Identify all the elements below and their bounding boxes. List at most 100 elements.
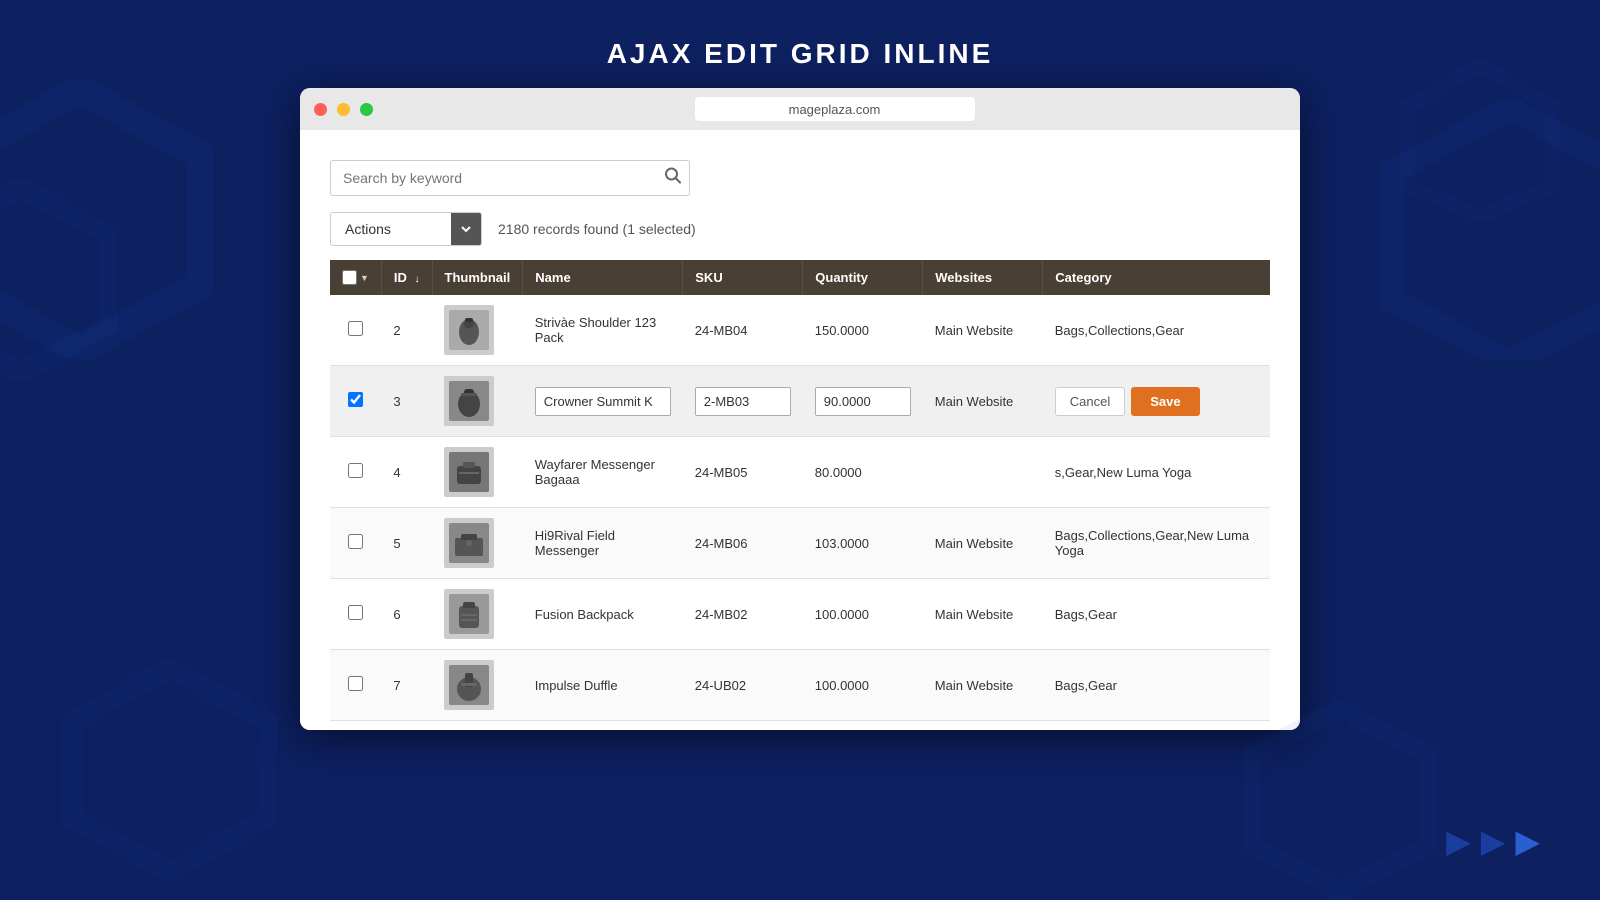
browser-bar: mageplaza.com [300,88,1300,130]
url-bar: mageplaza.com [695,97,975,121]
product-thumbnail-4 [444,447,494,497]
td-category-5: Bags,Collections,Gear,New Luma Yoga [1043,508,1270,579]
page-title: AJAX EDIT GRID INLINE [0,0,1600,88]
actions-arrow[interactable] [451,213,481,245]
td-category-3: Cancel Save [1043,366,1270,437]
td-sku-6: 24-MB02 [683,579,803,650]
row-checkbox-4[interactable] [348,463,363,478]
td-qty-6: 100.0000 [803,579,923,650]
qty-edit-input[interactable] [815,387,911,416]
search-icon [664,167,682,185]
save-cancel-actions: Cancel Save [1055,387,1258,416]
td-qty-7: 100.0000 [803,650,923,721]
table-header-row: ▼ ID ↓ Thumbnail Name SKU Quantity Websi… [330,260,1270,295]
td-sku-7: 24-UB02 [683,650,803,721]
inline-actions: Main Website [935,394,1031,409]
td-thumbnail-3 [432,366,523,437]
th-id: ID ↓ [381,260,432,295]
actions-label: Actions [331,213,451,245]
td-thumbnail-6 [432,579,523,650]
row-checkbox-3[interactable] [348,392,363,407]
td-websites-4 [923,437,1043,508]
deco-arrow-2: ▶ [1481,822,1506,860]
td-name-5: Hi9Rival Field Messenger [523,508,683,579]
td-qty-5: 103.0000 [803,508,923,579]
td-checkbox-6 [330,579,381,650]
row-checkbox-5[interactable] [348,534,363,549]
th-category: Category [1043,260,1270,295]
product-thumbnail-2 [444,305,494,355]
table-row: 4 Wayfarer Messenger Bagaaa 24-MB0 [330,437,1270,508]
td-sku-4: 24-MB05 [683,437,803,508]
product-thumbnail-3 [444,376,494,426]
product-thumbnail-6 [444,589,494,639]
deco-arrow-3: ▶ [1515,822,1540,860]
td-sku-2: 24-MB04 [683,295,803,366]
th-sku: SKU [683,260,803,295]
td-websites-5: Main Website [923,508,1043,579]
product-thumbnail-7 [444,660,494,710]
td-name-3-edit[interactable] [523,366,683,437]
th-name: Name [523,260,683,295]
td-id-4: 4 [381,437,432,508]
th-checkbox: ▼ [330,260,381,295]
grid-table: ▼ ID ↓ Thumbnail Name SKU Quantity Websi… [330,260,1270,721]
td-websites-6: Main Website [923,579,1043,650]
td-id-3: 3 [381,366,432,437]
td-sku-3-edit[interactable] [683,366,803,437]
save-button[interactable]: Save [1131,387,1199,416]
browser-window: mageplaza.com Actions [300,88,1300,730]
search-row [330,160,1270,196]
header-checkbox-wrap: ▼ [342,270,369,285]
td-thumbnail-4 [432,437,523,508]
td-checkbox-2 [330,295,381,366]
td-name-7: Impulse Duffle [523,650,683,721]
minimize-button[interactable] [337,103,350,116]
td-sku-5: 24-MB06 [683,508,803,579]
td-checkbox-5 [330,508,381,579]
td-websites-3: Main Website [923,366,1043,437]
table-row-editing: 3 [330,366,1270,437]
td-checkbox-4 [330,437,381,508]
td-thumbnail-7 [432,650,523,721]
select-all-checkbox[interactable] [342,270,357,285]
td-category-6: Bags,Gear [1043,579,1270,650]
td-thumbnail-2 [432,295,523,366]
table-row: 5 Hi9Rival Field Messenger 24-MB06 [330,508,1270,579]
td-thumbnail-5 [432,508,523,579]
websites-label-3: Main Website [935,394,1014,409]
search-button[interactable] [664,167,682,190]
row-checkbox-7[interactable] [348,676,363,691]
td-websites-2: Main Website [923,295,1043,366]
td-category-4: s,Gear,New Luma Yoga [1043,437,1270,508]
search-input[interactable] [330,160,690,196]
sort-icon-id: ↓ [415,274,420,285]
deco-arrow-1: ▶ [1446,822,1471,860]
td-checkbox-3 [330,366,381,437]
actions-row: Actions 2180 records found (1 selected) [330,212,1270,246]
td-category-2: Bags,Collections,Gear [1043,295,1270,366]
th-thumbnail: Thumbnail [432,260,523,295]
table-row: 6 Fusion Backpack [330,579,1270,650]
td-id-2: 2 [381,295,432,366]
td-qty-3-edit[interactable] [803,366,923,437]
search-input-wrap [330,160,690,196]
sku-edit-input[interactable] [695,387,791,416]
close-button[interactable] [314,103,327,116]
td-checkbox-7 [330,650,381,721]
maximize-button[interactable] [360,103,373,116]
td-name-6: Fusion Backpack [523,579,683,650]
product-thumbnail-5 [444,518,494,568]
td-name-2: Strivàe Shoulder 123 Pack [523,295,683,366]
td-name-4: Wayfarer Messenger Bagaaa [523,437,683,508]
td-id-7: 7 [381,650,432,721]
row-checkbox-6[interactable] [348,605,363,620]
td-qty-4: 80.0000 [803,437,923,508]
cancel-button[interactable]: Cancel [1055,387,1125,416]
row-checkbox-2[interactable] [348,321,363,336]
content-area: Actions 2180 records found (1 selected) … [300,130,1300,730]
td-id-5: 5 [381,508,432,579]
name-edit-input[interactable] [535,387,671,416]
checkbox-arrow[interactable]: ▼ [360,273,369,283]
actions-dropdown[interactable]: Actions [330,212,482,246]
